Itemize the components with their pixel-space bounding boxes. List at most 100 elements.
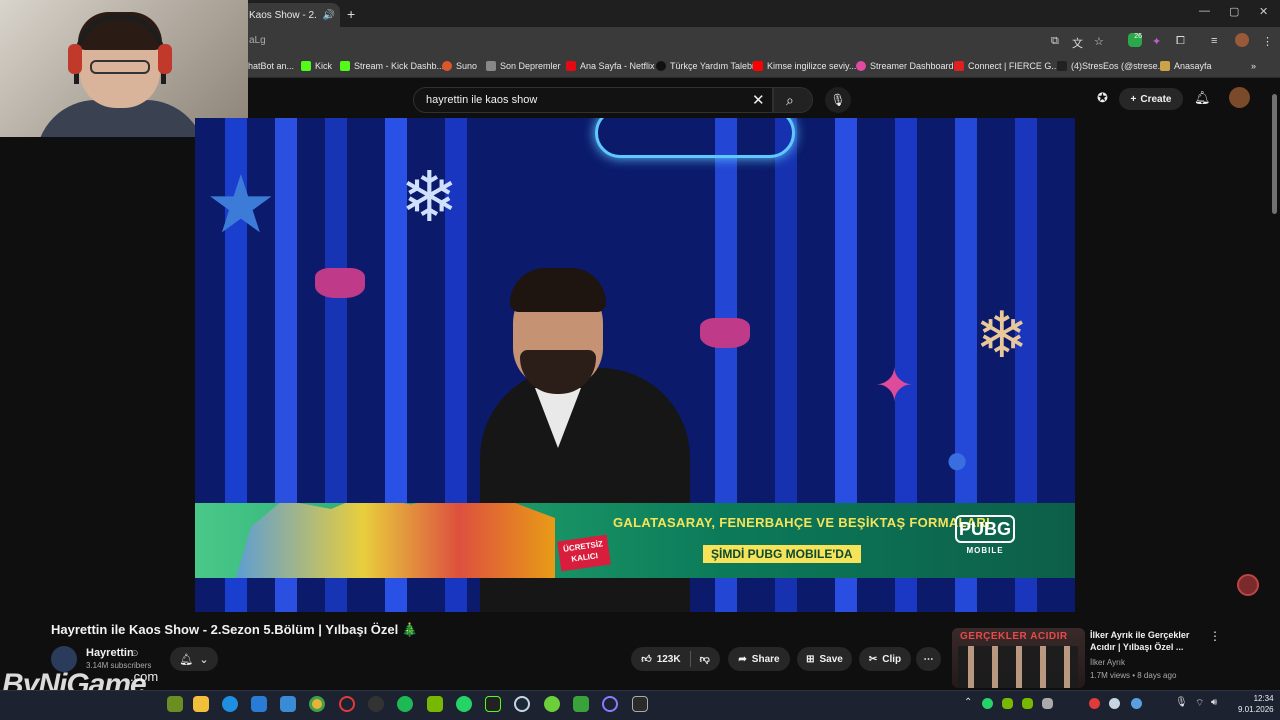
like-count[interactable]: 123K bbox=[657, 654, 681, 665]
bookmark-item[interactable]: Kimse ingilizce seviy... bbox=[753, 61, 856, 71]
floating-extension-icon[interactable] bbox=[1237, 574, 1259, 596]
obs-icon[interactable] bbox=[368, 696, 384, 712]
snowflake-decoration: ❄ bbox=[975, 299, 1029, 371]
minecraft-icon[interactable] bbox=[573, 696, 589, 712]
bookmark-item[interactable]: Son Depremler bbox=[486, 61, 561, 71]
page-icon bbox=[486, 61, 496, 71]
more-bookmarks-icon[interactable]: » bbox=[1251, 61, 1256, 71]
game-launcher-icon[interactable] bbox=[544, 696, 560, 712]
bookmark-item[interactable]: Streamer Dashboard bbox=[856, 61, 954, 71]
media-control-icon[interactable]: ≡ bbox=[1211, 35, 1217, 47]
tray-whatsapp-icon[interactable] bbox=[982, 698, 993, 709]
ad-subheadline: ŞİMDİ PUBG MOBILE'DA bbox=[703, 545, 861, 563]
browser-menu-icon[interactable]: ⋮ bbox=[1262, 35, 1273, 48]
recommended-meta: 1.7M views • 8 days ago bbox=[1090, 671, 1177, 680]
kick-icon bbox=[340, 61, 350, 71]
bookmark-item[interactable]: (4)StresEos (@strese... bbox=[1057, 61, 1165, 71]
opera-icon[interactable] bbox=[339, 696, 355, 712]
epic-games-icon[interactable] bbox=[632, 696, 648, 712]
tray-volume-icon[interactable]: 🔊︎ bbox=[1211, 697, 1217, 708]
tray-record-icon[interactable] bbox=[1089, 698, 1100, 709]
whatsapp-icon[interactable] bbox=[456, 696, 472, 712]
clip-button[interactable]: ✂ Clip bbox=[859, 647, 911, 671]
recommended-video-title[interactable]: İlker Ayrık ile Gerçekler Acıdır | Yılba… bbox=[1090, 629, 1200, 653]
reindeer-decoration: ✦ bbox=[875, 359, 914, 411]
file-explorer-icon[interactable] bbox=[193, 696, 209, 712]
video-player[interactable]: ❄ ❄ ★ ● ✦ ÜCRETSİZ KALICI GALATASARAY, F… bbox=[195, 118, 1075, 612]
app-icon[interactable] bbox=[602, 696, 618, 712]
voice-search-icon[interactable]: 🎙 bbox=[825, 87, 851, 113]
ribbon-decoration bbox=[315, 268, 365, 298]
recommendation-menu-icon[interactable]: ⋮ bbox=[1209, 629, 1221, 643]
active-tab[interactable]: Kaos Show - 2. 🔊 × bbox=[243, 3, 340, 27]
tray-app-icon[interactable] bbox=[1002, 698, 1013, 709]
create-button[interactable]: + Create bbox=[1119, 88, 1183, 110]
extensions-puzzle-icon[interactable]: ⧠ bbox=[1176, 35, 1185, 48]
nvidia-icon[interactable] bbox=[427, 696, 443, 712]
minimize-icon[interactable]: — bbox=[1199, 5, 1210, 17]
chevron-down-icon: ⌄ bbox=[199, 653, 209, 666]
install-app-icon[interactable]: ⧉ bbox=[1051, 35, 1059, 48]
channel-name[interactable]: Hayrettin bbox=[86, 647, 134, 659]
tray-network-icon[interactable] bbox=[1131, 698, 1142, 709]
app-icon[interactable] bbox=[167, 696, 183, 712]
new-tab-button[interactable]: + bbox=[347, 6, 355, 22]
bookmark-item[interactable]: Connect | FIERCE G... bbox=[954, 61, 1059, 71]
kick-icon bbox=[301, 61, 311, 71]
search-button[interactable]: ⌕ bbox=[773, 87, 813, 113]
steam-icon[interactable] bbox=[514, 696, 530, 712]
star-decoration: ★ bbox=[205, 160, 277, 249]
outlook-icon[interactable] bbox=[280, 696, 296, 712]
clear-search-icon[interactable]: ✕ bbox=[752, 91, 765, 109]
search-input[interactable]: hayrettin ile kaos show bbox=[413, 87, 773, 113]
url-text[interactable]: aLg bbox=[249, 35, 266, 46]
chrome-icon[interactable] bbox=[309, 696, 325, 712]
thumbnail-text: GERÇEKLER ACIDIR bbox=[960, 631, 1068, 642]
neon-sign bbox=[595, 118, 795, 158]
like-icon[interactable]: 👍︎ bbox=[641, 653, 651, 665]
bookmark-item[interactable]: Suno bbox=[442, 61, 477, 71]
ad-banner[interactable]: ÜCRETSİZ KALICI GALATASARAY, FENERBAHÇE … bbox=[195, 503, 1075, 578]
dislike-icon[interactable]: 👎︎ bbox=[700, 653, 710, 665]
bookmark-item[interactable]: Anasayfa bbox=[1160, 61, 1212, 71]
terminal-icon[interactable] bbox=[485, 696, 501, 712]
close-window-icon[interactable]: ✕ bbox=[1259, 5, 1268, 18]
save-button[interactable]: ⊞ Save bbox=[797, 647, 852, 671]
tray-mic-icon[interactable]: 🎙︎ bbox=[1175, 697, 1188, 708]
extension-badge-icon[interactable]: 26 bbox=[1128, 33, 1142, 47]
share-button[interactable]: ➦ Share bbox=[728, 647, 790, 671]
tray-wifi-icon[interactable]: ⌔ bbox=[1195, 697, 1204, 710]
tray-nvidia-icon[interactable] bbox=[1022, 698, 1033, 709]
scrollbar[interactable] bbox=[1272, 94, 1277, 214]
store-icon[interactable] bbox=[251, 696, 267, 712]
cast-icon[interactable]: ✪ bbox=[1097, 90, 1108, 106]
ornament-decoration: ● bbox=[945, 438, 970, 482]
subscription-bell-button[interactable]: 🔔︎ ⌄ bbox=[170, 647, 218, 671]
youtube-avatar[interactable] bbox=[1229, 87, 1250, 108]
bookmark-item[interactable]: Türkçe Yardım Talebi bbox=[656, 61, 754, 71]
bell-icon: 🔔︎ bbox=[179, 653, 194, 666]
more-actions-icon[interactable]: ⋯ bbox=[916, 647, 941, 671]
system-clock[interactable]: 12:34 9.01.2026 bbox=[1238, 693, 1274, 715]
restore-icon[interactable]: ▢ bbox=[1229, 5, 1239, 18]
audio-playing-icon[interactable]: 🔊 bbox=[323, 10, 335, 21]
headset-earcup-right bbox=[158, 44, 172, 74]
edge-icon[interactable] bbox=[222, 696, 238, 712]
bookmark-item[interactable]: hatBot an... bbox=[248, 61, 294, 71]
bookmark-star-icon[interactable]: ☆ bbox=[1094, 35, 1104, 48]
divider bbox=[689, 651, 691, 667]
page-icon bbox=[656, 61, 666, 71]
bookmark-item[interactable]: Ana Sayfa - Netflix bbox=[566, 61, 655, 71]
tray-chevron-icon[interactable]: ⌃ bbox=[964, 697, 972, 708]
spotify-icon[interactable] bbox=[397, 696, 413, 712]
translate-icon[interactable]: 文 bbox=[1072, 35, 1083, 51]
extension-icon[interactable]: ✦ bbox=[1152, 35, 1161, 48]
recommended-video-thumbnail[interactable]: GERÇEKLER ACIDIR bbox=[952, 628, 1085, 688]
bookmark-item[interactable]: Kick bbox=[301, 61, 332, 71]
profile-avatar[interactable] bbox=[1235, 33, 1249, 47]
recommended-channel[interactable]: İlker Ayrık bbox=[1090, 658, 1125, 667]
bookmark-item[interactable]: Stream - Kick Dashb... bbox=[340, 61, 444, 71]
notifications-bell-icon[interactable]: 🔔︎ bbox=[1194, 90, 1211, 106]
tray-app-icon[interactable] bbox=[1042, 698, 1053, 709]
tray-steam-icon[interactable] bbox=[1109, 698, 1120, 709]
